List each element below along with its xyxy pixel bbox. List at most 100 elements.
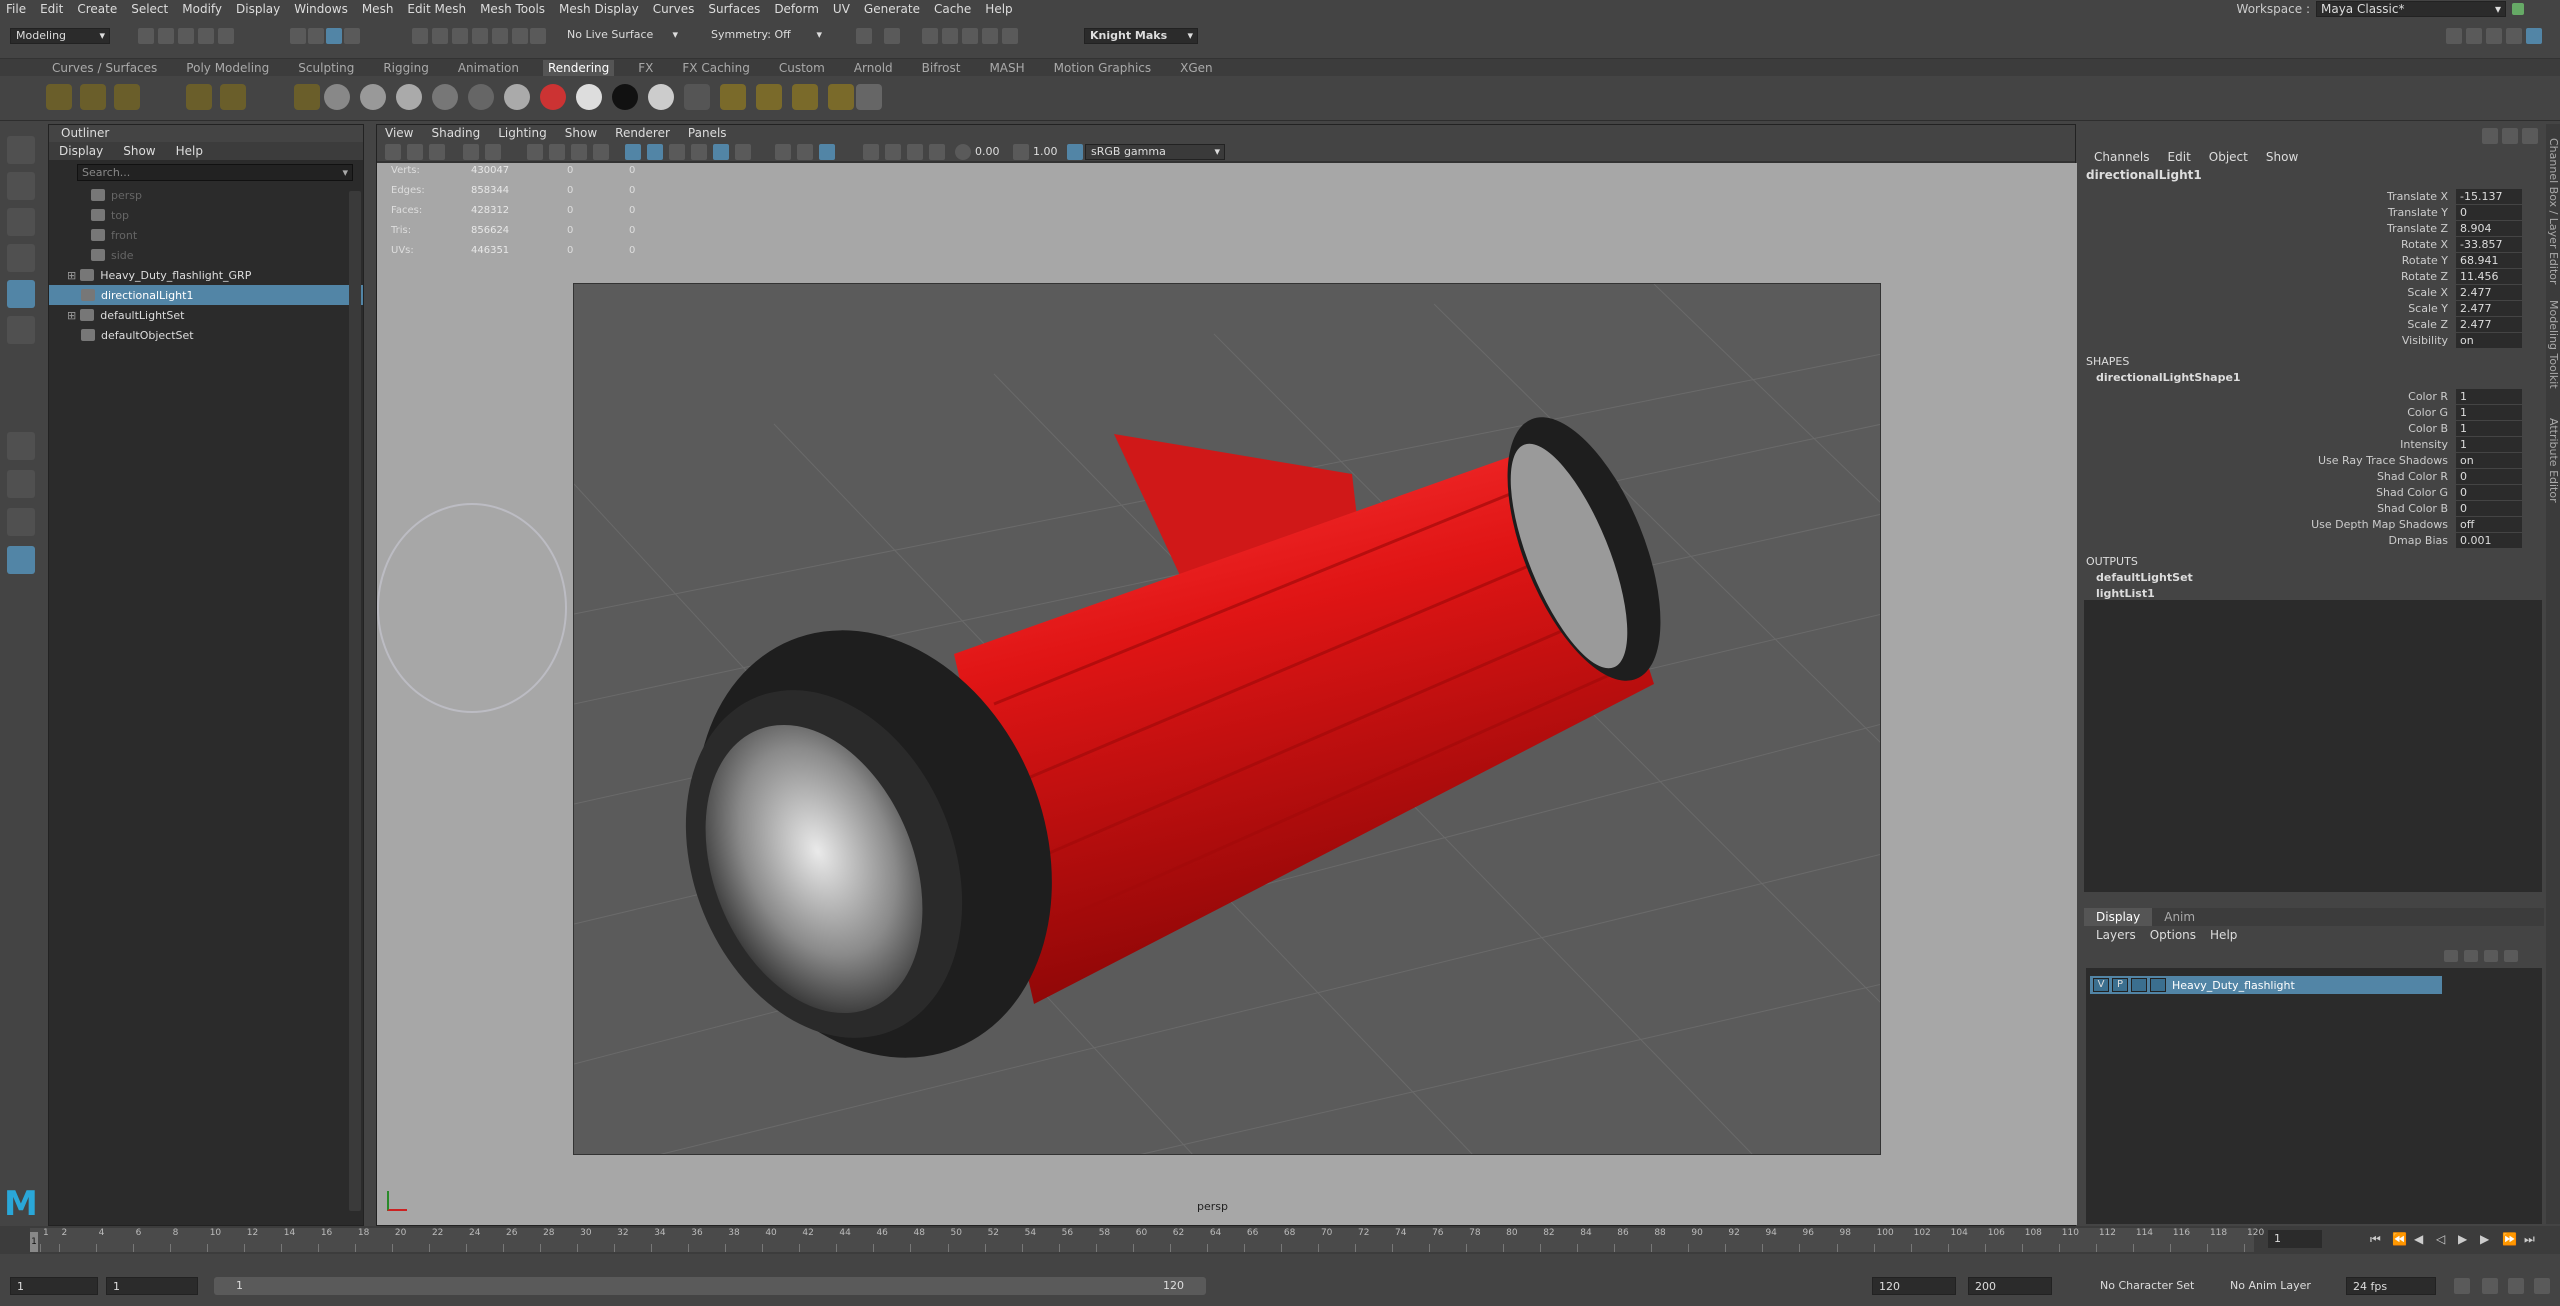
outliner-scrollbar[interactable] (349, 191, 361, 1211)
render-settings-icon[interactable] (942, 28, 958, 44)
menu-surfaces[interactable]: Surfaces (708, 2, 760, 16)
ipr-icon[interactable] (756, 84, 782, 110)
outliner-item[interactable]: defaultObjectSet (49, 325, 363, 345)
textured-icon[interactable] (691, 144, 707, 160)
gate-mask-icon[interactable] (549, 144, 565, 160)
menu-display[interactable]: Display (236, 2, 280, 16)
attribute-editor-icon[interactable] (2466, 28, 2482, 44)
channel-attribute-value[interactable]: 1 (2456, 388, 2522, 404)
outliner-item[interactable]: directionalLight1 (49, 285, 363, 305)
render-setup-icon[interactable] (856, 84, 882, 110)
channel-attribute-value[interactable]: 1 (2456, 420, 2522, 436)
scale-tool-icon[interactable] (7, 316, 35, 344)
outliner-item[interactable]: ⊞ Heavy_Duty_flashlight_GRP (49, 265, 363, 285)
snap-surface-icon[interactable] (492, 28, 508, 44)
ambient-occlusion-icon[interactable] (775, 144, 791, 160)
channel-attribute-value[interactable]: -15.137 (2456, 188, 2522, 204)
loop-icon[interactable] (2454, 1278, 2470, 1294)
output-node[interactable]: defaultLightSet (2084, 570, 2544, 586)
shelf-tab-xgen[interactable]: XGen (1180, 61, 1213, 75)
menu-cache[interactable]: Cache (934, 2, 971, 16)
color-space-dropdown[interactable]: sRGB gamma (1085, 144, 1225, 160)
area-light-icon[interactable] (220, 84, 246, 110)
shelf-tab-curves-surfaces[interactable]: Curves / Surfaces (52, 61, 157, 75)
save-scene-icon[interactable] (178, 28, 194, 44)
exposure-icon[interactable] (955, 144, 971, 160)
surface-shader-icon[interactable] (468, 84, 494, 110)
lights-icon[interactable] (713, 144, 729, 160)
exposure-value[interactable]: 0.00 (975, 145, 1000, 158)
color-management-icon[interactable] (1067, 144, 1083, 160)
shelf-tab-fx-caching[interactable]: FX Caching (682, 61, 749, 75)
channel-attribute-value[interactable]: 0 (2456, 204, 2522, 220)
range-slider-bar[interactable]: 1 120 (214, 1277, 1206, 1295)
current-frame-field[interactable]: 1 (2268, 1230, 2322, 1248)
layer-tab-anim[interactable]: Anim (2152, 908, 2207, 926)
channel-attribute-value[interactable]: off (2456, 516, 2522, 532)
channel-attribute-value[interactable]: 0.001 (2456, 532, 2522, 548)
four-pane-layout-icon[interactable] (7, 470, 35, 498)
snap-history-icon[interactable] (530, 28, 546, 44)
viewport-menu-panels[interactable]: Panels (688, 125, 727, 142)
xray-components-icon[interactable] (929, 144, 945, 160)
isolate-select-icon[interactable] (863, 144, 879, 160)
snap-grid-icon[interactable] (412, 28, 428, 44)
menu-windows[interactable]: Windows (294, 2, 348, 16)
two-pane-layout-icon[interactable] (7, 508, 35, 536)
menu-curves[interactable]: Curves (653, 2, 695, 16)
step-back-key-icon[interactable]: ⏪ (2392, 1232, 2407, 1246)
gamma-icon[interactable] (1013, 144, 1029, 160)
go-to-end-icon[interactable]: ⏭ (2524, 1232, 2535, 1247)
ramp-shader-icon[interactable] (540, 84, 566, 110)
auto-key-icon[interactable] (2482, 1278, 2498, 1294)
menu-create[interactable]: Create (77, 2, 117, 16)
outliner-layout-icon[interactable] (7, 546, 35, 574)
shelf-tab-fx[interactable]: FX (638, 61, 653, 75)
select-component-icon[interactable] (326, 28, 342, 44)
shelf-tab-mash[interactable]: MASH (989, 61, 1024, 75)
menu-deform[interactable]: Deform (774, 2, 819, 16)
layer-tab-display[interactable]: Display (2084, 908, 2153, 926)
shelf-tab-bifrost[interactable]: Bifrost (922, 61, 961, 75)
attribute-toggle-icon[interactable] (2502, 128, 2518, 144)
outliner-menu-help[interactable]: Help (176, 142, 203, 160)
bookmark-icon[interactable] (429, 144, 445, 160)
gamma-value[interactable]: 1.00 (1033, 145, 1058, 158)
phong-sphere-icon[interactable] (396, 84, 422, 110)
batch-render-icon[interactable] (828, 84, 854, 110)
animation-start-field[interactable]: 1 (10, 1277, 98, 1295)
single-pane-layout-icon[interactable] (7, 432, 35, 460)
menu-help[interactable]: Help (985, 2, 1012, 16)
toon-shader-icon[interactable] (684, 84, 710, 110)
lasso-tool-icon[interactable] (7, 172, 35, 200)
outliner-item[interactable]: side (49, 245, 363, 265)
channel-attribute-value[interactable]: on (2456, 332, 2522, 348)
new-empty-layer-icon[interactable] (2484, 950, 2498, 962)
lock-selection-icon[interactable] (344, 28, 360, 44)
layer-menu-options[interactable]: Options (2150, 926, 2196, 944)
redo-icon[interactable] (218, 28, 234, 44)
viewport-menu-shading[interactable]: Shading (431, 125, 480, 142)
move-layer-up-icon[interactable] (2444, 950, 2458, 962)
channel-menu-edit[interactable]: Edit (2168, 148, 2191, 166)
tool-settings-icon[interactable] (2486, 28, 2502, 44)
channel-attribute-value[interactable]: 0 (2456, 484, 2522, 500)
layer-menu-help[interactable]: Help (2210, 926, 2237, 944)
layer-toggle-icon[interactable] (2522, 128, 2538, 144)
shelf-tab-sculpting[interactable]: Sculpting (298, 61, 354, 75)
preferences-icon[interactable] (2508, 1278, 2524, 1294)
side-tab-attribute-editor[interactable]: Attribute Editor (2547, 418, 2560, 503)
wireframe-icon[interactable] (625, 144, 641, 160)
expand-icon[interactable]: ⊞ (67, 269, 76, 282)
motion-blur-icon[interactable] (797, 144, 813, 160)
select-hierarchy-icon[interactable] (290, 28, 306, 44)
resolution-gate-icon[interactable] (527, 144, 543, 160)
viewport-menu-lighting[interactable]: Lighting (498, 125, 547, 142)
shader-ball-icon[interactable] (504, 84, 530, 110)
outliner-menu-show[interactable]: Show (123, 142, 155, 160)
render-current-frame-icon[interactable] (884, 28, 900, 44)
go-to-start-icon[interactable]: ⏮ (2370, 1232, 2381, 1247)
channel-menu-show[interactable]: Show (2266, 148, 2298, 166)
shadows-icon[interactable] (735, 144, 751, 160)
camera-attributes-icon[interactable] (407, 144, 423, 160)
